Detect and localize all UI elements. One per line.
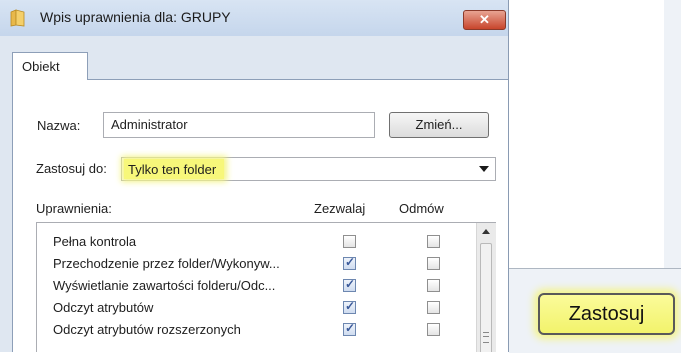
folder-icon bbox=[10, 9, 25, 27]
permission-row: Pełna kontrola bbox=[37, 231, 477, 253]
permission-label: Wyświetlanie zawartości folderu/Odc... bbox=[53, 278, 276, 293]
allow-checkbox[interactable]: ✓ bbox=[343, 299, 356, 314]
deny-checkbox[interactable] bbox=[427, 301, 440, 314]
checkmark-icon: ✓ bbox=[345, 299, 356, 313]
permission-row: Odczyt atrybutów ✓ bbox=[37, 297, 477, 319]
scroll-thumb[interactable] bbox=[480, 243, 492, 352]
permission-label: Pełna kontrola bbox=[53, 234, 137, 249]
allow-checkbox[interactable]: ✓ bbox=[343, 321, 356, 336]
checkmark-icon: ✓ bbox=[345, 277, 356, 291]
apply-to-dropdown[interactable]: Tylko ten folder bbox=[121, 157, 496, 181]
allow-checkbox[interactable] bbox=[343, 235, 356, 248]
permission-row: Wyświetlanie zawartości folderu/Odc... ✓ bbox=[37, 275, 477, 297]
checkmark-icon: ✓ bbox=[345, 321, 356, 335]
close-icon: ✕ bbox=[479, 12, 490, 27]
permission-label: Przechodzenie przez folder/Wykonyw... bbox=[53, 256, 280, 271]
name-field[interactable]: Administrator bbox=[103, 112, 375, 138]
window-edge bbox=[664, 0, 681, 270]
vertical-scrollbar[interactable] bbox=[476, 223, 496, 352]
tab-label: Obiekt bbox=[22, 59, 60, 74]
permission-row: Przechodzenie przez folder/Wykonyw... ✓ bbox=[37, 253, 477, 275]
deny-checkbox[interactable] bbox=[427, 279, 440, 292]
permission-entry-dialog: Wpis uprawnienia dla: GRUPY ✕ Obiekt Naz… bbox=[0, 0, 509, 352]
name-label: Nazwa: bbox=[37, 118, 81, 133]
permission-row: Odczyt atrybutów rozszerzonych ✓ bbox=[37, 319, 477, 341]
dropdown-arrow-icon bbox=[479, 166, 489, 172]
deny-checkbox[interactable] bbox=[427, 257, 440, 270]
deny-checkbox[interactable] bbox=[427, 323, 440, 336]
allow-checkbox[interactable]: ✓ bbox=[343, 277, 356, 292]
deny-column-header: Odmów bbox=[399, 201, 444, 216]
close-button[interactable]: ✕ bbox=[463, 10, 506, 30]
grip-icon bbox=[483, 332, 489, 343]
permission-label: Odczyt atrybutów bbox=[53, 300, 154, 315]
apply-to-label: Zastosuj do: bbox=[36, 161, 107, 176]
deny-checkbox[interactable] bbox=[427, 235, 440, 248]
change-button[interactable]: Zmień... bbox=[389, 112, 489, 138]
permissions-header: Uprawnienia: bbox=[36, 201, 112, 216]
allow-checkbox[interactable]: ✓ bbox=[343, 255, 356, 270]
apply-to-value: Tylko ten folder bbox=[124, 159, 225, 179]
window-title: Wpis uprawnienia dla: GRUPY bbox=[40, 9, 231, 25]
tab-object[interactable]: Obiekt bbox=[12, 52, 88, 80]
permissions-list: Pełna kontrola Przechodzenie przez folde… bbox=[36, 222, 496, 352]
inset-crop: Zastosuj bbox=[509, 0, 681, 353]
checkmark-icon: ✓ bbox=[345, 255, 356, 269]
permission-label: Odczyt atrybutów rozszerzonych bbox=[53, 322, 241, 337]
allow-column-header: Zezwalaj bbox=[314, 201, 366, 216]
scroll-up-arrow-icon[interactable] bbox=[482, 229, 490, 234]
title-bar: Wpis uprawnienia dla: GRUPY ✕ bbox=[0, 0, 508, 36]
apply-button[interactable]: Zastosuj bbox=[538, 293, 675, 335]
